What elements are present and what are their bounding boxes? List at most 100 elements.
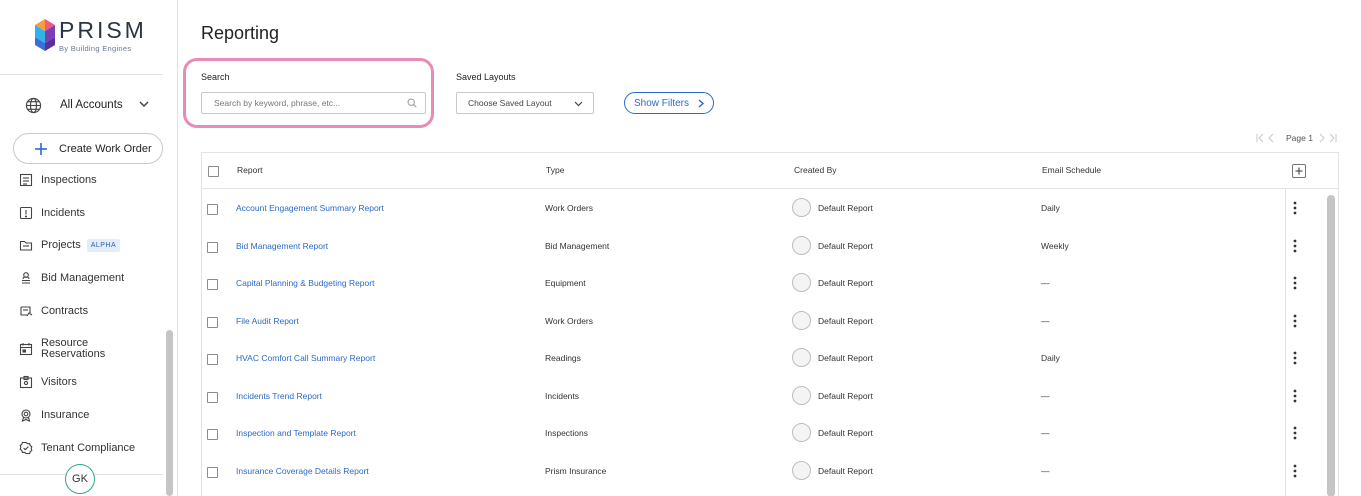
- prev-page-icon[interactable]: [1267, 133, 1275, 143]
- contract-icon: [20, 306, 33, 317]
- user-avatar[interactable]: GK: [65, 464, 95, 494]
- actions-column-divider: [1285, 189, 1286, 496]
- creator-avatar: [792, 423, 811, 442]
- row-checkbox[interactable]: [207, 242, 218, 253]
- chevron-down-icon: [139, 101, 149, 108]
- more-vertical-icon[interactable]: [1290, 239, 1300, 253]
- row-checkbox[interactable]: [207, 392, 218, 403]
- page-title: Reporting: [201, 23, 280, 43]
- report-type: Prism Insurance: [545, 466, 607, 476]
- report-type: Work Orders: [545, 316, 594, 326]
- sidebar-item-label: Visitors: [41, 375, 77, 388]
- plus-icon: [35, 142, 47, 155]
- sidebar-item-incidents[interactable]: Incidents: [19, 202, 159, 224]
- sidebar-scrollbar[interactable]: [166, 330, 173, 496]
- sidebar-item-label: Projects: [41, 238, 81, 251]
- add-column-button[interactable]: [1292, 164, 1306, 178]
- check-circle-icon: [19, 441, 33, 455]
- report-type: Equipment: [545, 278, 586, 288]
- report-creator: Default Report: [818, 428, 873, 438]
- page-indicator: Page 1: [1286, 133, 1313, 143]
- last-page-icon[interactable]: [1329, 133, 1337, 143]
- row-checkbox[interactable]: [207, 467, 218, 478]
- email-schedule: —: [1041, 278, 1050, 288]
- table-row: Capital Planning & Budgeting Report Equi…: [202, 264, 1297, 301]
- search-input[interactable]: [214, 93, 404, 113]
- table-row: File Audit Report Work Orders Default Re…: [202, 302, 1297, 339]
- sidebar-item-bid-management[interactable]: Bid Management: [19, 267, 159, 289]
- saved-layouts-label: Saved Layouts: [456, 72, 516, 82]
- show-filters-button[interactable]: Show Filters: [624, 92, 714, 114]
- column-header-created-by[interactable]: Created By: [794, 165, 837, 175]
- row-checkbox[interactable]: [207, 429, 218, 440]
- report-link[interactable]: Capital Planning & Budgeting Report: [236, 278, 374, 288]
- next-page-icon[interactable]: [1318, 133, 1326, 143]
- report-link[interactable]: Bid Management Report: [236, 241, 328, 251]
- report-link[interactable]: Insurance Coverage Details Report: [236, 466, 369, 476]
- table-row: Inspection and Template Report Inspectio…: [202, 414, 1297, 451]
- creator-avatar: [792, 311, 811, 330]
- report-creator: Default Report: [818, 391, 873, 401]
- first-page-icon[interactable]: [1256, 133, 1264, 143]
- report-link[interactable]: Incidents Trend Report: [236, 391, 322, 401]
- search-field[interactable]: [201, 92, 426, 114]
- table-row: Insurance Coverage Details Report Prism …: [202, 452, 1297, 489]
- report-link[interactable]: Inspection and Template Report: [236, 428, 356, 438]
- sidebar-item-visitors[interactable]: Visitors: [19, 371, 159, 393]
- sidebar-item-tenant-compliance[interactable]: Tenant Compliance: [19, 437, 159, 459]
- row-checkbox[interactable]: [207, 204, 218, 215]
- sidebar-divider: [0, 74, 163, 75]
- reports-table: Report Type Created By Email Schedule Ac…: [201, 152, 1339, 496]
- alpha-badge: ALPHA: [86, 238, 121, 252]
- more-vertical-icon[interactable]: [1290, 389, 1300, 403]
- certificate-icon: [21, 409, 31, 422]
- folder-icon: [19, 240, 33, 251]
- report-type: Incidents: [545, 391, 580, 401]
- more-vertical-icon[interactable]: [1290, 201, 1300, 215]
- creator-avatar: [792, 386, 811, 405]
- row-checkbox[interactable]: [207, 354, 218, 365]
- email-schedule: —: [1041, 428, 1050, 438]
- select-all-checkbox[interactable]: [208, 166, 219, 177]
- more-vertical-icon[interactable]: [1290, 351, 1300, 365]
- sidebar-item-label: Tenant Compliance: [41, 441, 136, 454]
- plus-icon: [1295, 167, 1303, 175]
- account-selector[interactable]: All Accounts: [25, 95, 155, 115]
- sidebar-item-inspections[interactable]: Inspections: [19, 172, 159, 191]
- column-header-type[interactable]: Type: [546, 165, 564, 175]
- sidebar-nav: Inspections Incidents Projects ALPHA Bid…: [0, 172, 163, 462]
- saved-layout-select[interactable]: Choose Saved Layout: [456, 92, 594, 114]
- row-checkbox[interactable]: [207, 279, 218, 290]
- prism-logo[interactable]: PRISM By Building Engines: [35, 17, 145, 57]
- account-label: All Accounts: [60, 99, 123, 111]
- calendar-icon: [19, 343, 33, 356]
- report-link[interactable]: HVAC Comfort Call Summary Report: [236, 353, 375, 363]
- create-work-order-label: Create Work Order: [59, 142, 152, 155]
- sidebar-item-projects[interactable]: Projects ALPHA: [19, 234, 159, 256]
- sidebar-item-contracts[interactable]: Contracts: [19, 300, 159, 322]
- table-row: HVAC Comfort Call Summary Report Reading…: [202, 339, 1297, 376]
- create-work-order-button[interactable]: Create Work Order: [13, 133, 163, 164]
- sidebar-item-insurance[interactable]: Insurance: [19, 404, 159, 426]
- sidebar-item-label: Contracts: [41, 304, 89, 317]
- person-stack-icon: [22, 272, 30, 284]
- more-vertical-icon[interactable]: [1290, 464, 1300, 478]
- more-vertical-icon[interactable]: [1290, 314, 1300, 328]
- report-link[interactable]: File Audit Report: [236, 316, 299, 326]
- prism-logo-icon: [35, 19, 55, 51]
- column-header-email-schedule[interactable]: Email Schedule: [1042, 165, 1101, 175]
- report-link[interactable]: Account Engagement Summary Report: [236, 203, 384, 213]
- creator-avatar: [792, 198, 811, 217]
- report-type: Readings: [545, 353, 581, 363]
- sidebar-item-resource-reservations[interactable]: Resource Reservations: [19, 336, 159, 362]
- more-vertical-icon[interactable]: [1290, 426, 1300, 440]
- table-row: Account Engagement Summary Report Work O…: [202, 189, 1297, 226]
- creator-avatar: [792, 236, 811, 255]
- row-checkbox[interactable]: [207, 317, 218, 328]
- more-vertical-icon[interactable]: [1290, 276, 1300, 290]
- column-header-report[interactable]: Report: [237, 165, 263, 175]
- table-row: Incidents Trend Report Incidents Default…: [202, 377, 1297, 414]
- table-scrollbar[interactable]: [1327, 195, 1335, 496]
- brand-subtitle: By Building Engines: [59, 44, 132, 53]
- report-creator: Default Report: [818, 278, 873, 288]
